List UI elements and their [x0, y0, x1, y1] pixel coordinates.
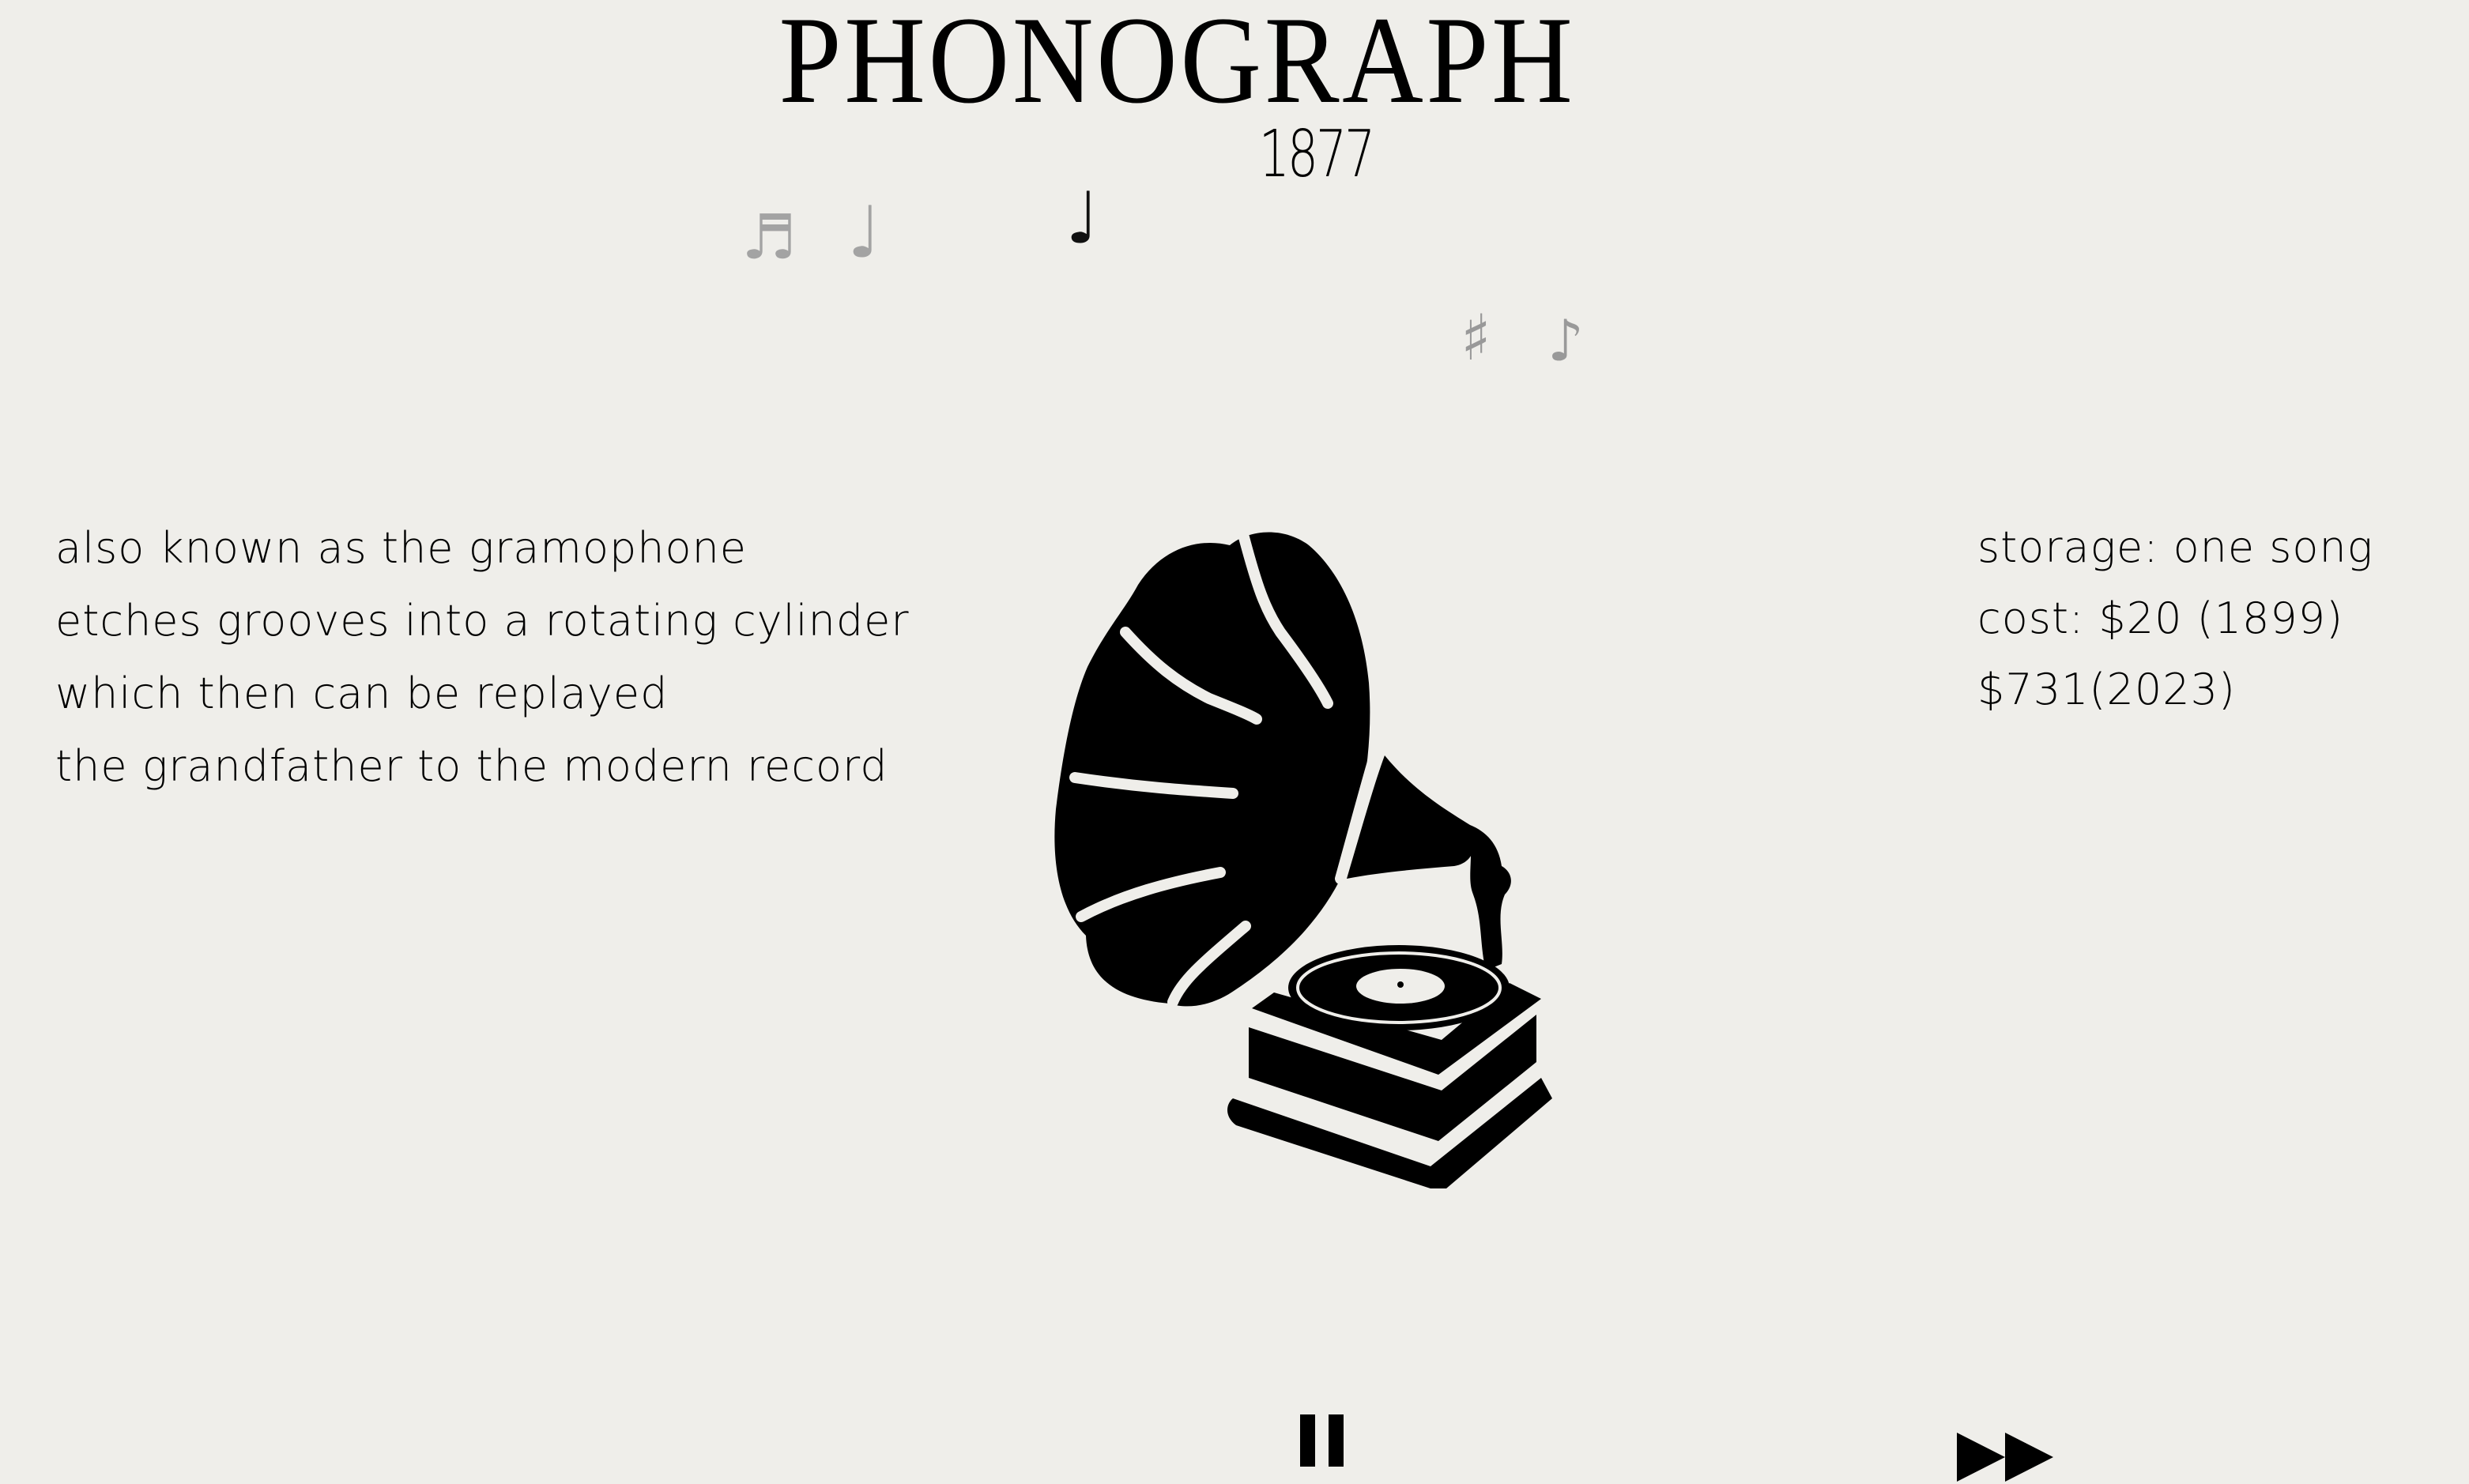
invention-year: 1877: [1258, 117, 1376, 192]
description-line: which then can be replayed: [55, 669, 669, 718]
description-line: etches grooves into a rotating cylinder: [55, 596, 910, 646]
description-line: also known as the gramophone: [55, 523, 748, 573]
stat-cost-adjusted: $731(2023): [1977, 665, 2236, 714]
beamed-notes-icon: ♬: [741, 202, 797, 273]
fast-forward-icon: [1957, 1433, 2005, 1482]
stat-cost: cost: $20 (1899): [1977, 593, 2344, 643]
fast-forward-button[interactable]: [1957, 1433, 2053, 1482]
stats-list: storage: one song cost: $20 (1899) $731(…: [1977, 512, 2373, 725]
page-title: PHONOGRAPH: [778, 0, 1576, 130]
stat-storage: storage: one song: [1977, 522, 2374, 572]
eighth-note-icon: ♪: [1547, 307, 1584, 374]
description-line: the grandfather to the modern record: [55, 741, 888, 791]
fast-forward-icon: [2005, 1433, 2053, 1482]
sharp-icon: ♯: [1461, 301, 1491, 375]
quarter-note-icon: ♩: [847, 191, 881, 274]
pause-icon: [1300, 1414, 1315, 1467]
quarter-note-icon: ♩: [1065, 177, 1099, 260]
gramophone-illustration: [1054, 532, 1552, 1188]
description-list: also known as the gramophone etches groo…: [55, 512, 910, 803]
pause-icon: [1329, 1414, 1344, 1467]
pause-button[interactable]: [1300, 1414, 1344, 1467]
